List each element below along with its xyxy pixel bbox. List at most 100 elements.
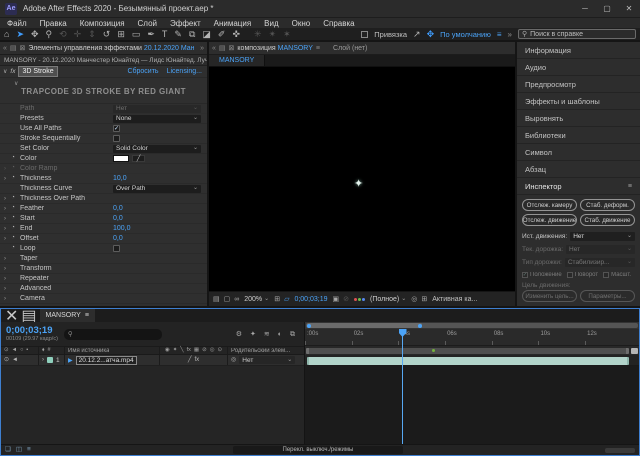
- tab-composition[interactable]: композиция MANSORY: [237, 45, 313, 52]
- tracker-checkbox[interactable]: Масшт.: [603, 272, 631, 278]
- stereo-3d-icon[interactable]: ∞: [234, 296, 239, 303]
- work-area-range[interactable]: [306, 348, 629, 354]
- frame-blending-icon[interactable]: ≋: [264, 331, 270, 338]
- effect-param-row[interactable]: › ◔ Color Ramp ⌄ ╱: [0, 164, 207, 174]
- preview-timecode[interactable]: 0;00;03;19: [294, 296, 327, 303]
- effect-param-row[interactable]: › ◔ Start 0,0⌄ 0,0 ╱: [0, 214, 207, 224]
- channels-icon[interactable]: [354, 298, 365, 301]
- navigator-start-handle[interactable]: [307, 324, 311, 328]
- licensing-link[interactable]: Licensing...: [167, 68, 202, 75]
- param-checkbox[interactable]: [113, 135, 120, 142]
- tracker-button[interactable]: Стаб. движение: [580, 214, 635, 226]
- roto-brush-tool-icon[interactable]: ✐: [218, 30, 226, 39]
- effect-param-row[interactable]: › ◔ Thickness Over Path ⌄ ╱: [0, 194, 207, 204]
- rectangle-tool-icon[interactable]: ▭: [132, 30, 141, 39]
- expand-arrow-icon[interactable]: ›: [4, 286, 11, 292]
- stopwatch-icon[interactable]: ◔: [11, 165, 20, 172]
- parent-dropdown[interactable]: Нет⌄: [239, 356, 295, 364]
- sidebar-panel-tab[interactable]: Аудио: [517, 59, 640, 76]
- expand-arrow-icon[interactable]: ›: [4, 266, 11, 272]
- resolution-dropdown[interactable]: (Полное)⌄: [370, 296, 406, 303]
- sidebar-panel-tab[interactable]: Предпросмотр: [517, 76, 640, 93]
- camera-tool-icon[interactable]: ⊞: [117, 30, 125, 39]
- effect-param-row[interactable]: › ◔ Feather 0,0⌄ 0,0 ╱: [0, 204, 207, 214]
- safe-margins-icon[interactable]: ⊞: [274, 296, 280, 303]
- param-value[interactable]: 0,0: [113, 215, 123, 222]
- parent-pickwhip-icon[interactable]: ◎: [231, 357, 236, 363]
- minimize-button[interactable]: ─: [574, 0, 596, 17]
- expand-arrow-icon[interactable]: ›: [4, 166, 11, 172]
- current-time-display[interactable]: 0;00;03;19: [6, 326, 58, 336]
- target-icon[interactable]: ◎: [411, 296, 417, 303]
- navigator-end-handle[interactable]: [418, 324, 422, 328]
- effect-param-row[interactable]: › ◔ Stroke Sequentially ⌄ ╱: [0, 134, 207, 144]
- menu-item[interactable]: Слой: [138, 19, 157, 28]
- menu-item[interactable]: Анимация: [214, 19, 252, 28]
- composition-viewport[interactable]: ✦: [209, 67, 515, 291]
- motion-sketch-icon[interactable]: ✥: [427, 30, 435, 39]
- comp-marker-bin-icon[interactable]: [631, 348, 638, 354]
- clone-stamp-tool-icon[interactable]: ⧉: [189, 30, 195, 39]
- effect-expander-icon[interactable]: ∨: [3, 68, 7, 75]
- lock-icon[interactable]: ⊠: [20, 45, 26, 52]
- type-tool-icon[interactable]: T: [162, 30, 168, 39]
- tracker-checkbox[interactable]: Положение: [522, 272, 562, 278]
- menu-item[interactable]: Эффект: [170, 19, 201, 28]
- eraser-tool-icon[interactable]: ◪: [202, 30, 211, 39]
- layer-fx-icon[interactable]: fx: [194, 357, 199, 363]
- menu-item[interactable]: Файл: [7, 19, 27, 28]
- effect-param-row[interactable]: › ◔ Offset 0,0⌄ 0,0 ╱: [0, 234, 207, 244]
- effect-param-row[interactable]: › ◔ End 100,0⌄ 100,0 ╱: [0, 224, 207, 234]
- effect-param-row[interactable]: › ◔ Repeater ⌄ ╱: [0, 274, 207, 284]
- stopwatch-icon[interactable]: ◔: [11, 195, 20, 202]
- toolbar-overflow-icon[interactable]: »: [508, 30, 512, 39]
- param-dropdown[interactable]: Нет⌄: [113, 105, 201, 113]
- sidebar-panel-tab[interactable]: Выровнять: [517, 110, 640, 127]
- effect-param-row[interactable]: › ◔ Transform ⌄ ╱: [0, 264, 207, 274]
- tab-layer[interactable]: Слой (нет): [333, 45, 367, 52]
- panel-menu-icon[interactable]: ≡: [85, 312, 89, 319]
- param-dropdown[interactable]: None⌄: [113, 115, 201, 123]
- sidebar-panel-tab[interactable]: Символ: [517, 144, 640, 161]
- layer-list-empty-area[interactable]: [1, 366, 304, 444]
- effect-param-row[interactable]: › ◔ Thickness Curve Over Path⌄ Over Path…: [0, 184, 207, 194]
- shape-tool-icon[interactable]: ✴: [269, 30, 277, 39]
- motion-blur-icon[interactable]: ◐: [278, 331, 282, 338]
- subtab-mansory[interactable]: MANSORY: [209, 55, 265, 66]
- parent-column-header[interactable]: Родительский элем...: [231, 348, 290, 354]
- brush-tool-icon[interactable]: ✎: [174, 30, 182, 39]
- effect-param-row[interactable]: › ◔ Advanced ⌄ ╱: [0, 284, 207, 294]
- workspace-menu-icon[interactable]: ≡: [497, 30, 502, 39]
- puppet-pin-tool-icon[interactable]: ✜: [232, 30, 240, 39]
- panel-menu-icon[interactable]: ≡: [316, 45, 320, 52]
- stopwatch-icon[interactable]: ◔: [11, 205, 20, 212]
- sidebar-panel-tab[interactable]: Информация: [517, 42, 640, 59]
- orbit-camera-tool-icon[interactable]: ⟲: [59, 30, 67, 39]
- eyedropper-icon[interactable]: ╱: [132, 155, 145, 162]
- active-camera-dropdown[interactable]: Активная ка...: [432, 296, 477, 303]
- close-button[interactable]: ✕: [618, 0, 640, 17]
- effect-param-row[interactable]: › ◔ Path Нет⌄ Нет ╱: [0, 104, 207, 114]
- motion-source-dropdown[interactable]: Нет⌄: [570, 232, 635, 241]
- layer-audio-icon[interactable]: ◄: [12, 357, 18, 363]
- param-dropdown[interactable]: Over Path⌄: [113, 185, 201, 193]
- expand-arrow-icon[interactable]: ›: [4, 216, 11, 222]
- effect-param-row[interactable]: › ◔ Color ⌄ ╱: [0, 154, 207, 164]
- lock-icon[interactable]: ⊠: [229, 45, 235, 52]
- param-value[interactable]: 0,0: [113, 205, 123, 212]
- stopwatch-icon[interactable]: ◔: [11, 225, 20, 232]
- layer-eye-icon[interactable]: ⊙: [4, 357, 9, 363]
- param-value[interactable]: 10,0: [113, 175, 127, 182]
- expand-arrow-icon[interactable]: ›: [4, 236, 11, 242]
- selection-tool-icon[interactable]: ➤: [16, 30, 24, 39]
- param-checkbox[interactable]: [113, 245, 120, 252]
- checkbox-box[interactable]: [567, 272, 573, 278]
- effect-param-row[interactable]: › ◔ Use All Paths ⌄ ╱: [0, 124, 207, 134]
- pixel-aspect-icon[interactable]: ⊞: [421, 296, 427, 303]
- pen-tool-icon[interactable]: ✒: [147, 30, 155, 39]
- effect-param-row[interactable]: › ◔ Thickness 10,0⌄ 10,0 ╱: [0, 174, 207, 184]
- param-checkbox[interactable]: [113, 125, 120, 132]
- hand-tool-icon[interactable]: ✥: [31, 30, 39, 39]
- color-swatch[interactable]: [113, 155, 129, 162]
- tracker-button[interactable]: Отслеж. движение: [522, 214, 577, 226]
